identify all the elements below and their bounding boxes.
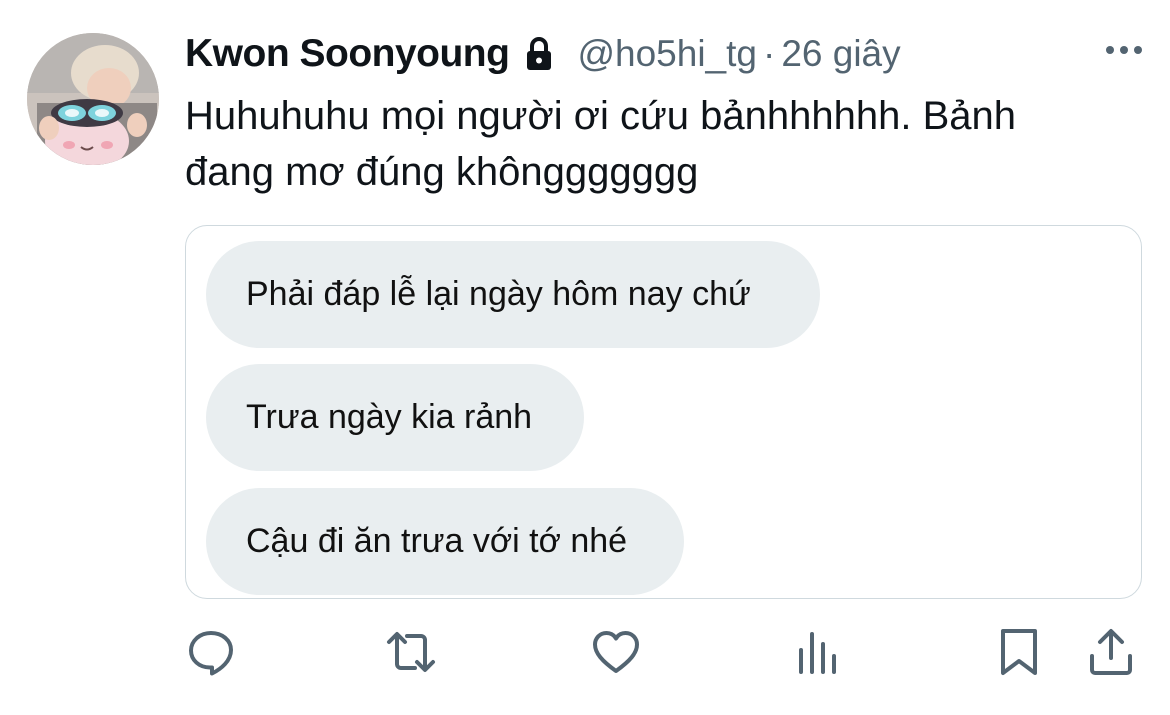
timestamp[interactable]: 26 giây xyxy=(781,33,900,75)
share-icon xyxy=(1090,629,1132,675)
chat-bubble: Trưa ngày kia rảnh xyxy=(206,364,584,471)
like-button[interactable] xyxy=(590,626,642,678)
tweet-actions-bar xyxy=(185,622,1140,682)
chat-bubble: Phải đáp lễ lại ngày hôm nay chứ xyxy=(206,241,820,348)
more-options-icon[interactable] xyxy=(1103,40,1145,60)
views-button[interactable] xyxy=(791,626,843,678)
bookmark-button[interactable] xyxy=(993,626,1045,678)
reply-icon xyxy=(189,631,233,676)
retweet-button[interactable] xyxy=(385,626,437,678)
author-display-name[interactable]: Kwon Soonyoung xyxy=(185,32,510,76)
chat-bubble: Cậu đi ăn trưa với tớ nhé xyxy=(206,488,684,595)
avatar[interactable] xyxy=(27,33,159,165)
retweet-icon xyxy=(387,632,435,672)
separator-dot: · xyxy=(762,33,776,74)
tweet-header: Kwon Soonyoung @ho5hi_tg · 26 giây xyxy=(185,28,1145,80)
bookmark-icon xyxy=(1001,629,1037,675)
tweet-text: Huhuhuhu mọi người ơi cứu bảnhhhhhh. Bản… xyxy=(185,94,1017,194)
share-button[interactable] xyxy=(1085,626,1137,678)
views-icon xyxy=(799,632,836,674)
reply-button[interactable] xyxy=(185,626,237,678)
author-handle[interactable]: @ho5hi_tg xyxy=(577,33,757,75)
tweet-media-image[interactable]: Phải đáp lễ lại ngày hôm nay chứ Trưa ng… xyxy=(185,225,1142,599)
like-icon xyxy=(593,631,639,673)
lock-icon xyxy=(523,36,555,72)
